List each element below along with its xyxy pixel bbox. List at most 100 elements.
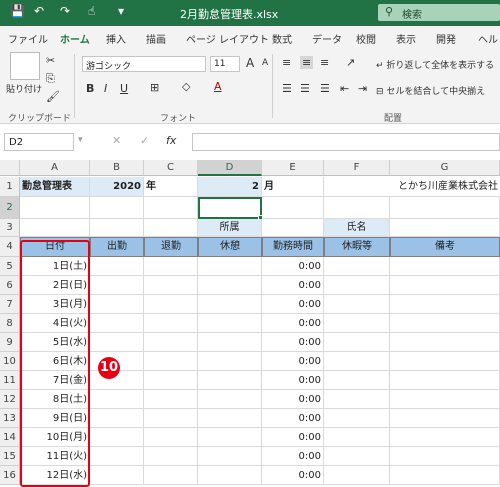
clock-out-cell[interactable] [144,352,198,371]
select-all-corner[interactable] [0,160,20,176]
work-hours-cell[interactable]: 0:00 [262,257,324,276]
work-hours-cell[interactable]: 0:00 [262,371,324,390]
leave-cell[interactable] [324,314,390,333]
active-cell-d2[interactable] [198,197,262,219]
notes-cell[interactable] [390,333,500,352]
font-name-dropdown[interactable]: 游ゴシック [82,56,206,72]
break-cell[interactable] [198,295,262,314]
row-header[interactable]: 11 [0,371,20,390]
align-center-icon[interactable]: ☰ [300,82,310,95]
notes-cell[interactable] [390,257,500,276]
header-work-hours[interactable]: 勤務時間 [262,237,324,257]
leave-cell[interactable] [324,276,390,295]
row-header[interactable]: 5 [0,257,20,276]
tab-review[interactable]: 校閲 [356,31,376,46]
clock-out-cell[interactable] [144,314,198,333]
work-hours-cell[interactable]: 0:00 [262,390,324,409]
break-cell[interactable] [198,409,262,428]
name-box[interactable]: D2 [4,133,74,151]
leave-cell[interactable] [324,257,390,276]
affiliation-label-cell[interactable]: 所属 [198,219,262,237]
format-painter-icon[interactable]: 🖌 [46,90,60,103]
leave-cell[interactable] [324,371,390,390]
header-clock-in[interactable]: 出勤 [90,237,144,257]
font-size-dropdown[interactable]: 11 [210,56,240,72]
notes-cell[interactable] [390,447,500,466]
clock-in-cell[interactable] [90,390,144,409]
tab-view[interactable]: 表示 [396,31,416,46]
header-notes[interactable]: 備考 [390,237,500,257]
increase-indent-icon[interactable]: ⇥ [358,82,367,95]
insert-function-icon[interactable]: fx [166,134,176,147]
clock-in-cell[interactable] [90,295,144,314]
row-header[interactable]: 3 [0,219,20,237]
cell[interactable] [90,197,144,219]
name-box-dropdown-icon[interactable]: ▾ [78,135,83,145]
clock-out-cell[interactable] [144,447,198,466]
column-header-d[interactable]: D [198,160,262,176]
header-break[interactable]: 休憩 [198,237,262,257]
row-header[interactable]: 14 [0,428,20,447]
work-hours-cell[interactable]: 0:00 [262,333,324,352]
leave-cell[interactable] [324,428,390,447]
work-hours-cell[interactable]: 0:00 [262,295,324,314]
cell[interactable] [144,219,198,237]
clock-out-cell[interactable] [144,276,198,295]
redo-icon[interactable]: ↷ [60,4,70,18]
work-hours-cell[interactable]: 0:00 [262,466,324,485]
row-header[interactable]: 15 [0,447,20,466]
column-header-g[interactable]: G [390,160,500,176]
break-cell[interactable] [198,466,262,485]
notes-cell[interactable] [390,276,500,295]
leave-cell[interactable] [324,352,390,371]
tab-help[interactable]: ヘル [478,31,498,46]
cell[interactable] [262,197,324,219]
year-unit-cell[interactable]: 年 [144,177,198,197]
break-cell[interactable] [198,371,262,390]
work-hours-cell[interactable]: 0:00 [262,276,324,295]
clock-in-cell[interactable] [90,428,144,447]
decrease-indent-icon[interactable]: ⇤ [340,82,349,95]
row-header[interactable]: 10 [0,352,20,371]
cut-icon[interactable]: ✂ [46,54,55,67]
clock-out-cell[interactable] [144,466,198,485]
tab-file[interactable]: ファイル [8,31,48,46]
customize-qat-icon[interactable]: ▾ [118,4,124,18]
leave-cell[interactable] [324,295,390,314]
notes-cell[interactable] [390,371,500,390]
work-hours-cell[interactable]: 0:00 [262,352,324,371]
column-header-c[interactable]: C [144,160,198,176]
row-header[interactable]: 2 [0,197,20,219]
name-value-cell[interactable] [390,219,500,237]
clock-out-cell[interactable] [144,409,198,428]
shrink-font-icon[interactable]: A [262,58,268,68]
orientation-icon[interactable]: ↗ [346,56,355,69]
enter-icon[interactable]: ✓ [140,134,149,147]
break-cell[interactable] [198,352,262,371]
row-header[interactable]: 9 [0,333,20,352]
row-header[interactable]: 13 [0,409,20,428]
break-cell[interactable] [198,447,262,466]
row-header[interactable]: 12 [0,390,20,409]
clock-in-cell[interactable] [90,466,144,485]
cell[interactable] [20,219,90,237]
italic-button[interactable]: I [104,82,107,95]
break-cell[interactable] [198,276,262,295]
leave-cell[interactable] [324,447,390,466]
column-header-e[interactable]: E [262,160,324,176]
header-leave[interactable]: 休暇等 [324,237,390,257]
copy-icon[interactable]: ⎘ [46,72,55,86]
company-name-cell[interactable]: とかち川産業株式会社 [360,177,500,197]
affiliation-value-cell[interactable] [262,219,324,237]
row-header[interactable]: 4 [0,237,20,257]
clock-in-cell[interactable] [90,314,144,333]
break-cell[interactable] [198,428,262,447]
paste-icon[interactable] [10,52,40,80]
save-icon[interactable]: 💾 [10,4,25,18]
leave-cell[interactable] [324,333,390,352]
cell[interactable] [90,219,144,237]
work-hours-cell[interactable]: 0:00 [262,314,324,333]
clock-out-cell[interactable] [144,390,198,409]
align-right-icon[interactable]: ☰ [320,82,330,95]
cell[interactable] [390,197,500,219]
